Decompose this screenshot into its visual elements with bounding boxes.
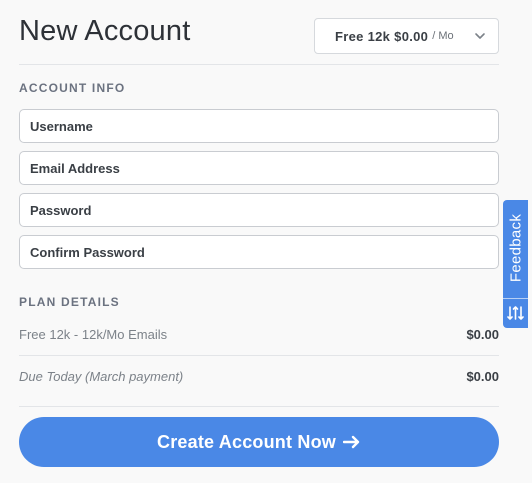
plan-details-label: PLAN DETAILS bbox=[19, 295, 120, 309]
page-title: New Account bbox=[19, 15, 191, 47]
feedback-tab[interactable]: Feedback bbox=[503, 200, 528, 328]
due-today-label: Due Today (March payment) bbox=[19, 369, 184, 384]
password-field[interactable] bbox=[19, 193, 499, 227]
create-account-label: Create Account Now bbox=[157, 431, 336, 452]
arrow-right-icon bbox=[342, 435, 360, 449]
feedback-separator bbox=[503, 298, 528, 299]
plan-row-value: $0.00 bbox=[466, 327, 499, 342]
create-account-button[interactable]: Create Account Now bbox=[19, 417, 499, 467]
email-field[interactable] bbox=[19, 151, 499, 185]
plan-row-divider bbox=[19, 355, 499, 356]
sort-arrows-icon bbox=[507, 306, 524, 320]
plan-select-name: Free 12k bbox=[335, 28, 391, 44]
new-account-page: New Account Free 12k $0.00 / Mo ACCOUNT … bbox=[0, 0, 532, 483]
plan-row-label: Free 12k - 12k/Mo Emails bbox=[19, 327, 168, 342]
plan-details-divider bbox=[19, 406, 499, 407]
feedback-label: Feedback bbox=[507, 213, 524, 283]
account-info-label: ACCOUNT INFO bbox=[19, 81, 126, 95]
username-field[interactable] bbox=[19, 109, 499, 143]
plan-select-dropdown[interactable]: Free 12k $0.00 / Mo bbox=[314, 18, 499, 54]
chevron-down-icon bbox=[475, 33, 485, 39]
plan-select-period: / Mo bbox=[432, 30, 454, 42]
due-today-value: $0.00 bbox=[466, 369, 499, 384]
confirm-password-field[interactable] bbox=[19, 235, 499, 269]
plan-select-price: $0.00 bbox=[394, 28, 429, 44]
header-divider bbox=[19, 64, 499, 65]
